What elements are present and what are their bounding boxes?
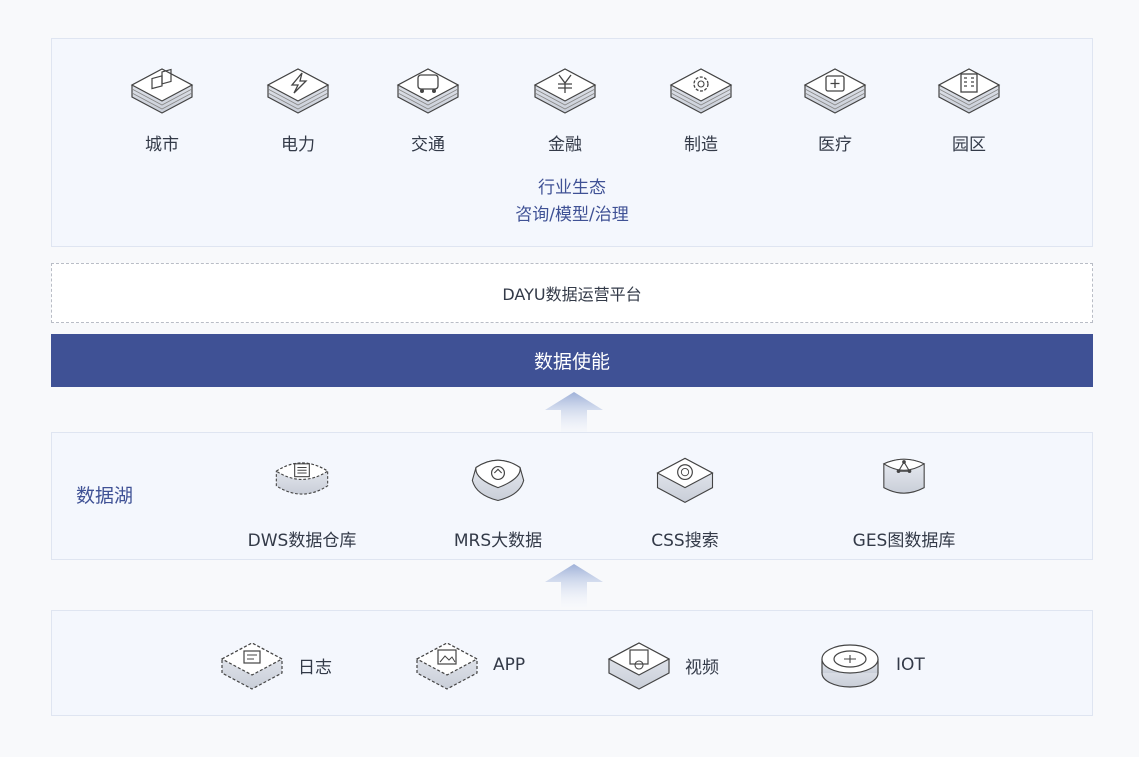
industry-item-medical: 医疗	[775, 63, 895, 163]
lake-label: MRS大数据	[453, 531, 543, 551]
lake-item-css: CSS搜索	[595, 451, 775, 551]
data-enablement-bar: 数据使能	[51, 334, 1093, 387]
lake-label: GES图数据库	[852, 531, 956, 551]
manufacturing-icon	[669, 68, 733, 114]
park-icon	[937, 68, 1001, 114]
up-arrow-icon	[545, 392, 603, 435]
lake-item-mrs: MRS大数据	[408, 451, 588, 551]
transport-icon	[396, 68, 460, 114]
lake-item-dws: DWS数据仓库	[212, 451, 392, 551]
iot-icon	[821, 644, 879, 688]
industry-item-park: 园区	[909, 63, 1029, 163]
medical-icon	[803, 68, 867, 114]
lake-label: CSS搜索	[651, 531, 719, 551]
data-enablement-label: 数据使能	[533, 351, 610, 373]
source-label: APP	[493, 655, 526, 675]
source-item-video: 视频	[605, 635, 719, 695]
industry-panel: 城市 电力 交通 金融 制造 医疗 园区 行业生态 咨询/模型/治理	[51, 38, 1093, 247]
industry-caption-line1: 行业生态	[538, 178, 606, 198]
dws-icon	[275, 462, 329, 495]
source-item-iot: IOT	[816, 635, 925, 695]
finance-icon	[533, 68, 597, 114]
css-search-icon	[656, 457, 714, 503]
industry-caption: 行业生态 咨询/模型/治理	[52, 175, 1092, 229]
up-arrow-icon	[545, 564, 603, 607]
industry-item-transport: 交通	[368, 63, 488, 163]
industry-label: 园区	[952, 135, 986, 155]
source-item-log: 日志	[218, 635, 332, 695]
log-icon	[220, 642, 284, 690]
app-icon	[415, 642, 479, 690]
dayu-platform-label: DAYU数据运营平台	[502, 285, 642, 304]
lake-item-ges: GES图数据库	[814, 451, 994, 551]
industry-item-power: 电力	[238, 63, 358, 163]
power-icon	[266, 68, 330, 114]
source-label: 视频	[685, 657, 719, 678]
industry-label: 城市	[145, 135, 179, 155]
video-icon	[607, 642, 671, 690]
data-lake-title: 数据湖	[76, 485, 134, 507]
source-item-app: APP	[413, 635, 525, 695]
industry-label: 电力	[281, 135, 315, 155]
data-sources-panel: 日志 APP 视频 IOT	[51, 610, 1093, 716]
source-label: IOT	[896, 655, 925, 675]
mrs-icon	[471, 459, 525, 502]
dayu-platform-panel: DAYU数据运营平台	[51, 263, 1093, 323]
industry-caption-line2: 咨询/模型/治理	[515, 205, 629, 225]
industry-item-manufacturing: 制造	[641, 63, 761, 163]
industry-label: 制造	[684, 135, 718, 155]
industry-label: 金融	[548, 135, 582, 155]
ges-graph-icon	[882, 458, 926, 494]
lake-label: DWS数据仓库	[247, 531, 357, 551]
data-lake-panel: 数据湖 DWS数据仓库 MRS大数据 CSS搜索 GES图数据库	[51, 432, 1093, 560]
industry-label: 交通	[411, 135, 445, 155]
industry-label: 医疗	[818, 135, 852, 155]
industry-item-city: 城市	[102, 63, 222, 163]
source-label: 日志	[298, 657, 332, 678]
industry-item-finance: 金融	[505, 63, 625, 163]
city-icon	[130, 68, 194, 114]
